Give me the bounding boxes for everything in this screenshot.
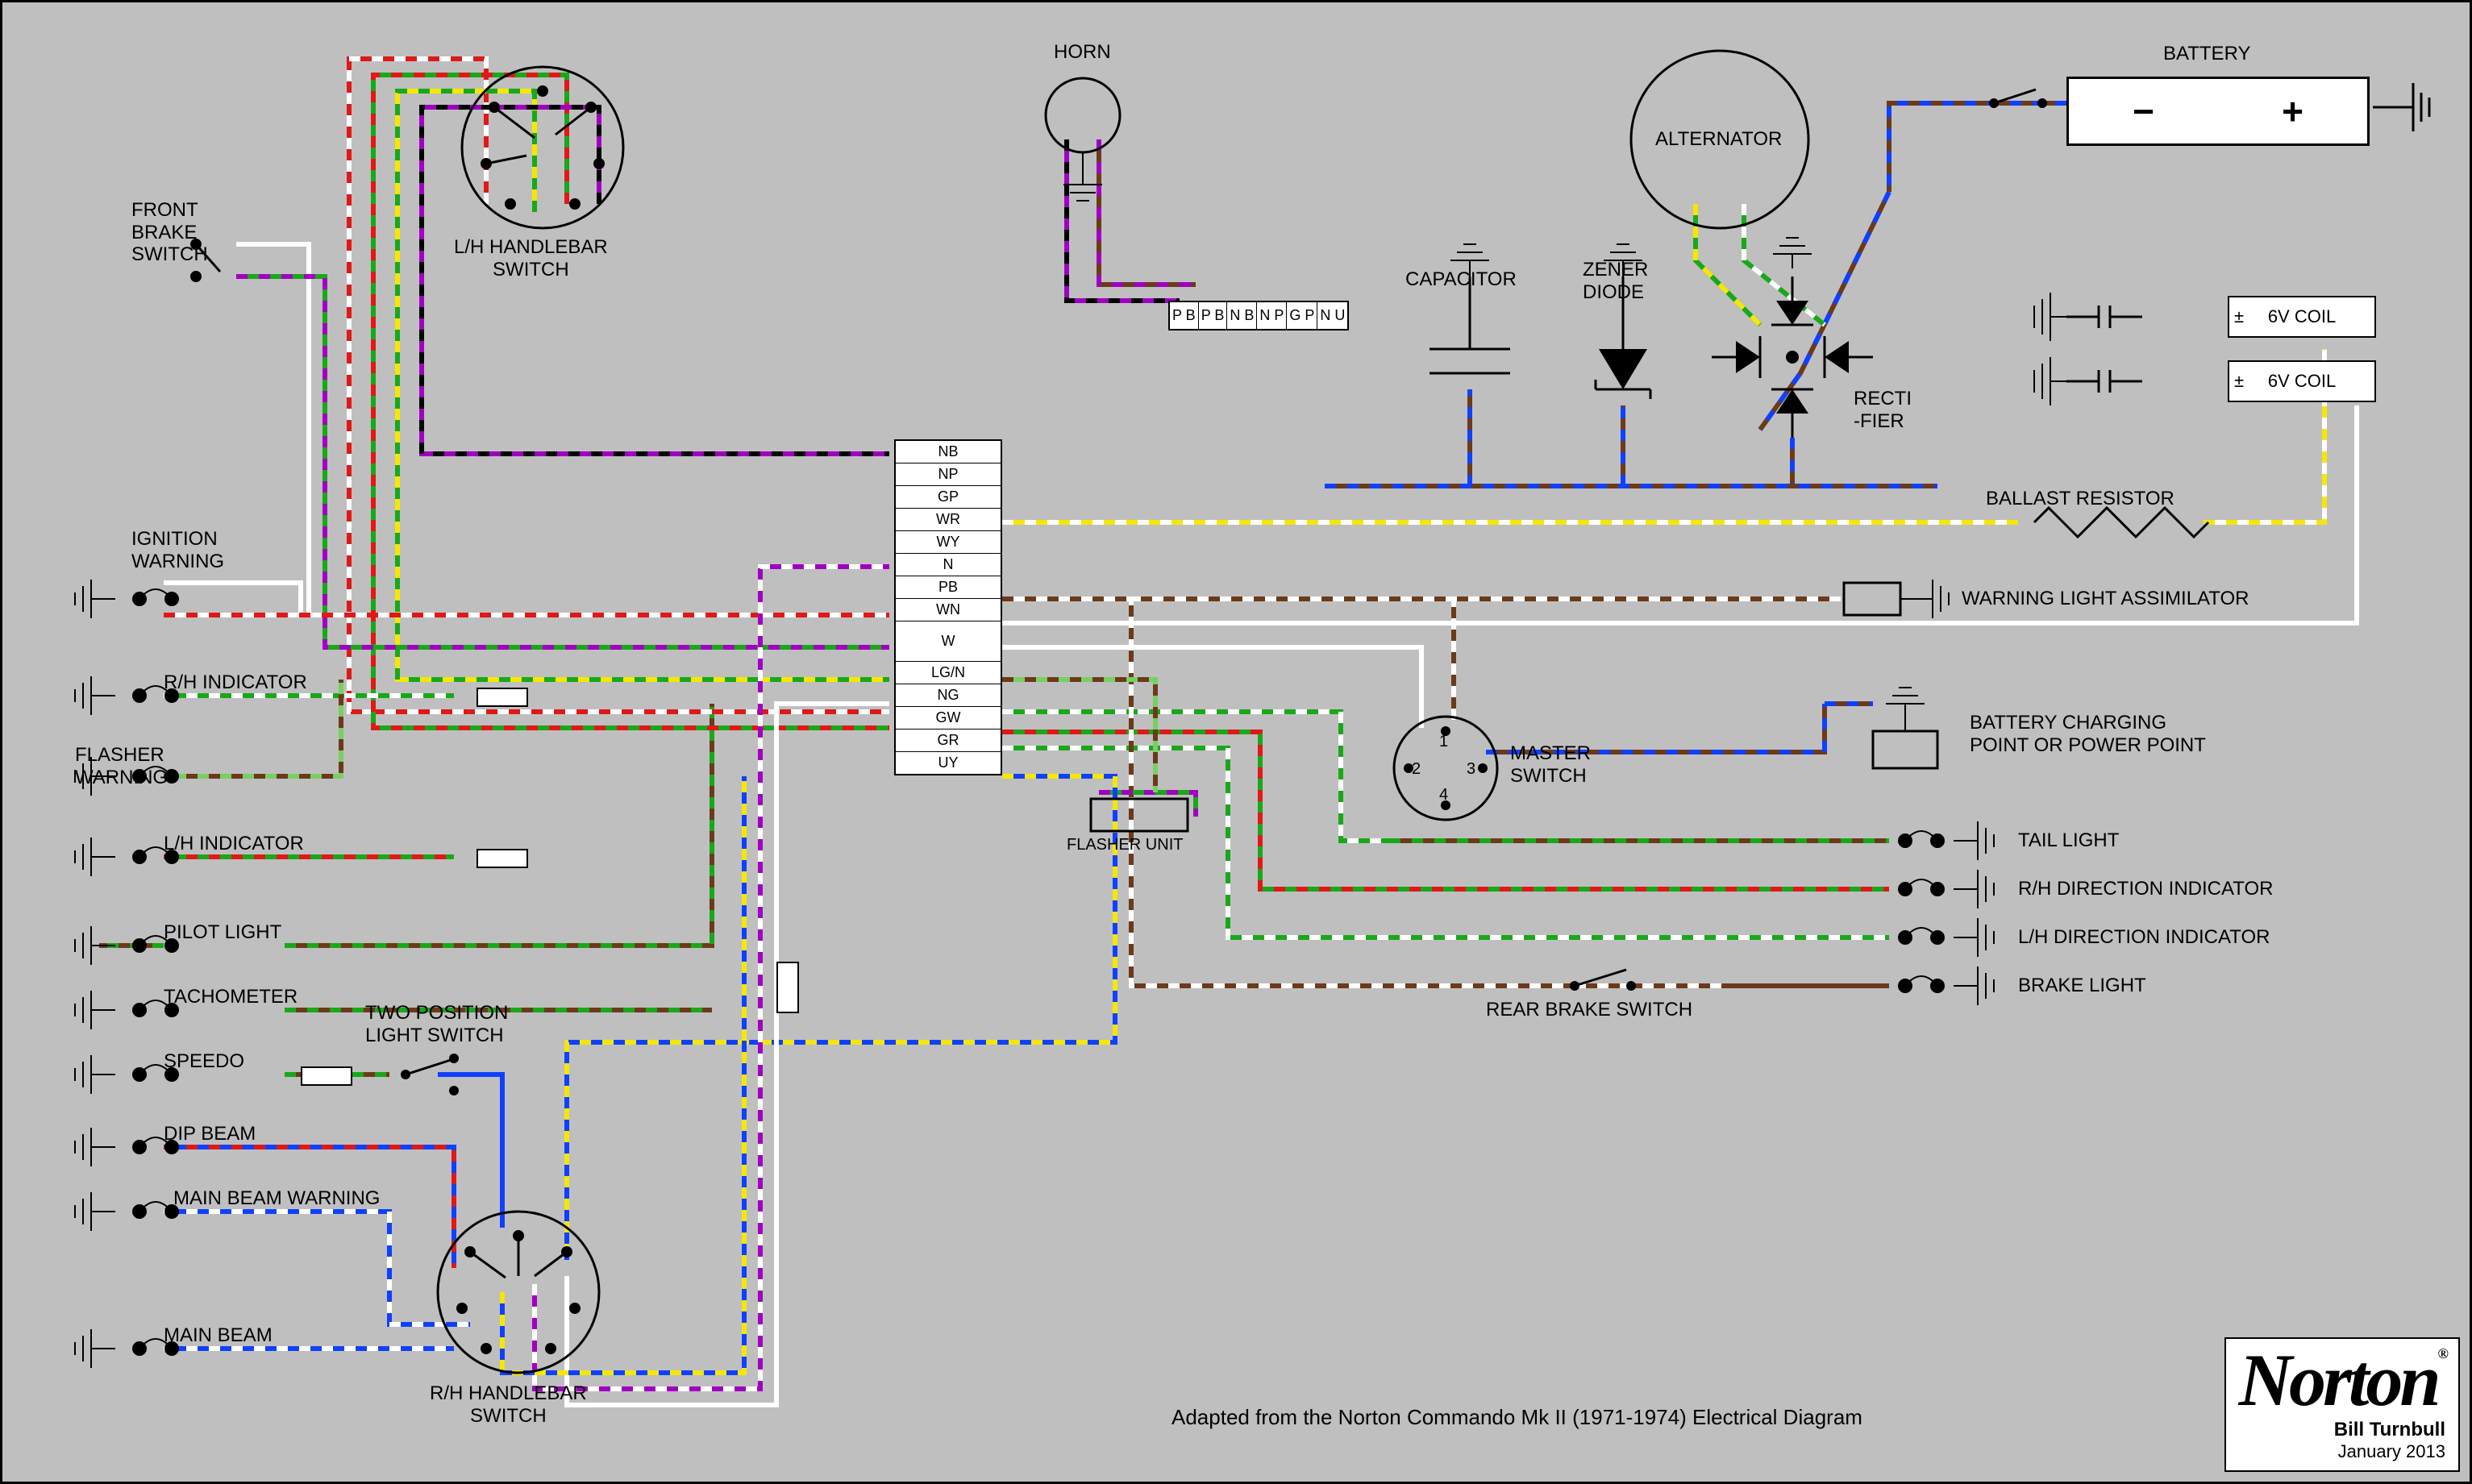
title-box: Norton® Bill Turnbull January 2013 [2224,1337,2460,1472]
fuse-4 [776,962,799,1013]
label-wla: WARNING LIGHT ASSIMILATOR [1962,588,2249,610]
label-alternator: ALTERNATOR [1655,128,1782,151]
label-rh-handlebar: R/H HANDLEBAR SWITCH [430,1382,587,1427]
label-ballast: BALLAST RESISTOR [1986,488,2174,510]
label-two-pos: TWO POSITION LIGHT SWITCH [365,1002,508,1046]
label-capacitor: CAPACITOR [1405,268,1517,291]
label-rh-dir: R/H DIRECTION INDICATOR [2018,878,2273,900]
battery-box: − + [2066,77,2370,146]
coil-1: ± 6V COIL [2228,296,2376,338]
label-flasher-unit: FLASHER UNIT [1067,836,1183,854]
master-t2: 2 [1412,760,1421,779]
fuse-1 [477,688,528,707]
label-rear-brake: REAR BRAKE SWITCH [1486,999,1692,1021]
wiring-diagram: .w{stroke-width:6;fill:none;stroke-linec… [0,0,2472,1484]
fuse-2 [477,849,528,868]
battery-pos: + [2282,89,2303,133]
master-t3: 3 [1467,760,1475,779]
coil-2: ± 6V COIL [2228,360,2376,402]
label-main-warn: MAIN BEAM WARNING [173,1187,380,1210]
battery-neg: − [2133,89,2154,133]
label-battery: BATTERY [2163,43,2250,65]
credit-line: Adapted from the Norton Commando Mk II (… [1171,1405,1862,1430]
connector-top: P BP B N BN P G PN U [1168,301,1349,330]
connector-main: NBNP GPWR WYN PBWN W LG/NNG GWGR UY [894,439,1002,775]
label-rh-ind: R/H INDICATOR [164,671,307,694]
label-front-brake: FRONT BRAKE SWITCH [131,199,208,266]
master-t1: 1 [1439,733,1448,751]
brand-reg: ® [2438,1345,2445,1361]
label-tach: TACHOMETER [164,986,298,1008]
label-tail: TAIL LIGHT [2018,829,2119,852]
label-main-beam: MAIN BEAM [164,1324,273,1347]
label-flasher-warn: FLASHER WARNING [75,744,168,788]
label-lh-ind: L/H INDICATOR [164,833,304,855]
label-horn: HORN [1054,41,1111,64]
label-speedo: SPEEDO [164,1050,244,1073]
label-master: MASTER SWITCH [1510,742,1591,787]
fuse-3 [301,1066,352,1086]
label-dip: DIP BEAM [164,1123,256,1145]
label-pilot: PILOT LIGHT [164,921,281,944]
label-lh-dir: L/H DIRECTION INDICATOR [2018,926,2270,949]
label-rectifier: RECTI -FIER [1854,388,1912,432]
label-brake-light: BRAKE LIGHT [2018,975,2146,997]
label-lh-handlebar: L/H HANDLEBAR SWITCH [454,236,608,281]
brand: Norton [2239,1339,2438,1421]
label-charging: BATTERY CHARGING POINT OR POWER POINT [1970,712,2206,756]
label-zener: ZENER DIODE [1583,259,1648,303]
date: January 2013 [2239,1441,2445,1462]
label-ignition-warn: IGNITION WARNING [131,528,224,572]
master-t4: 4 [1439,786,1448,804]
author: Bill Turnbull [2239,1419,2445,1441]
